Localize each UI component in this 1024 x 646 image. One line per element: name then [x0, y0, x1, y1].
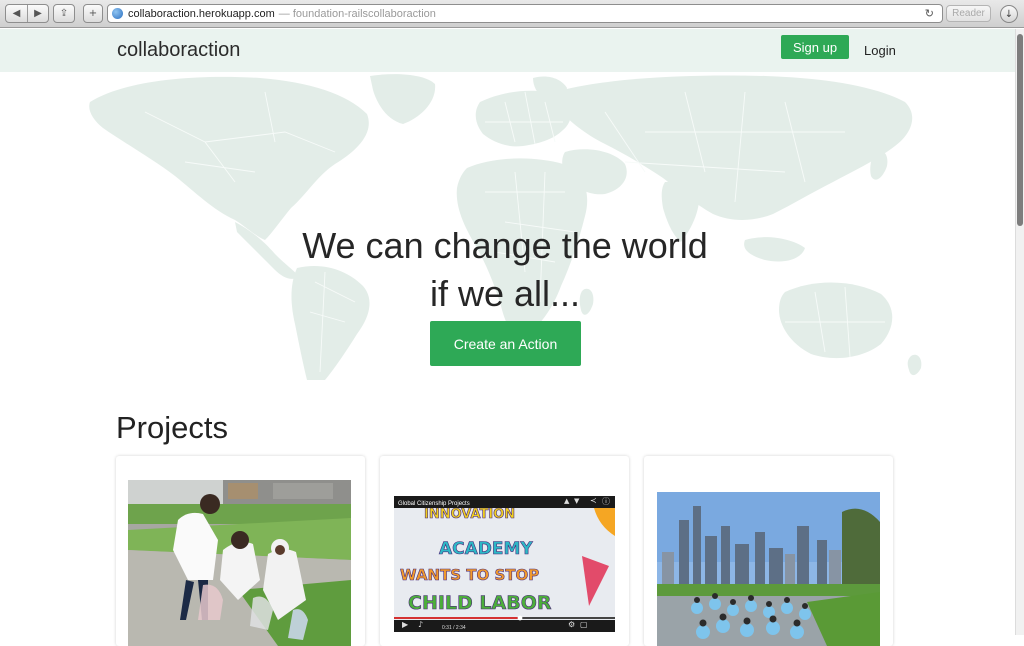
play-icon[interactable]: ▶: [402, 620, 408, 629]
address-bar[interactable]: collaboraction.herokuapp.com — foundatio…: [107, 4, 943, 23]
downloads-icon[interactable]: ↓: [1000, 5, 1018, 23]
dislike-icon[interactable]: ▼: [574, 497, 579, 505]
projects-heading: Projects: [116, 410, 228, 445]
project-photo-students-cleanup[interactable]: [128, 480, 351, 646]
video-time: 0:31 / 2:34: [442, 625, 466, 631]
new-tab-icon[interactable]: +: [83, 4, 103, 23]
project-card-3[interactable]: [644, 456, 893, 646]
login-link[interactable]: Login: [864, 43, 896, 58]
project-card-2[interactable]: INNOVATION ACADEMY WANTS TO STOP CHILD L…: [380, 456, 629, 646]
project-card-1[interactable]: [116, 456, 365, 646]
create-action-button[interactable]: Create an Action: [430, 321, 581, 366]
reload-icon[interactable]: ↻: [925, 7, 934, 20]
project-photo-city-walk[interactable]: [657, 492, 880, 646]
headline-line-2: if we all...: [429, 273, 581, 314]
info-icon[interactable]: ⓘ: [602, 496, 610, 507]
scrollbar-thumb[interactable]: [1017, 34, 1023, 226]
child-labor-video-frame: INNOVATION ACADEMY WANTS TO STOP CHILD L…: [394, 496, 615, 632]
volume-icon[interactable]: ♪: [418, 620, 423, 629]
share-icon[interactable]: ≺: [590, 496, 597, 505]
url-page-title: — foundation-railscollaboraction: [278, 7, 436, 20]
brand-logo[interactable]: collaboraction: [117, 39, 240, 62]
hero-headline: We can change the world if we all...: [0, 222, 1010, 318]
share-icon[interactable]: ⇪: [53, 4, 75, 23]
url-host: collaboraction.herokuapp.com: [128, 7, 275, 20]
video-title: Global Citizenship Projects: [398, 501, 470, 507]
browser-toolbar: ◀ ▶ ⇪ + collaboraction.herokuapp.com — f…: [0, 0, 1024, 28]
video-sign-line-1: INNOVATION: [424, 507, 515, 522]
reader-button[interactable]: Reader: [946, 5, 991, 22]
fullscreen-icon[interactable]: ▢: [580, 620, 588, 629]
city-walk-image: [657, 492, 880, 646]
video-sign-line-2: ACADEMY: [439, 539, 533, 559]
signup-button[interactable]: Sign up: [781, 35, 849, 59]
like-icon[interactable]: ▲: [564, 497, 569, 505]
students-cleanup-image: [128, 480, 351, 646]
project-video-child-labor[interactable]: INNOVATION ACADEMY WANTS TO STOP CHILD L…: [394, 496, 615, 632]
back-icon[interactable]: ◀: [6, 5, 28, 22]
hero-section: We can change the world if we all... Cre…: [0, 72, 1015, 380]
headline-line-1: We can change the world: [302, 225, 708, 266]
back-forward-group: ◀ ▶: [5, 4, 49, 23]
video-sign-line-3: WANTS TO STOP: [400, 566, 539, 584]
settings-gear-icon[interactable]: ⚙: [568, 620, 575, 629]
globe-icon: [112, 8, 123, 19]
video-sign-line-4: CHILD LABOR: [408, 592, 552, 614]
forward-icon[interactable]: ▶: [27, 5, 49, 22]
